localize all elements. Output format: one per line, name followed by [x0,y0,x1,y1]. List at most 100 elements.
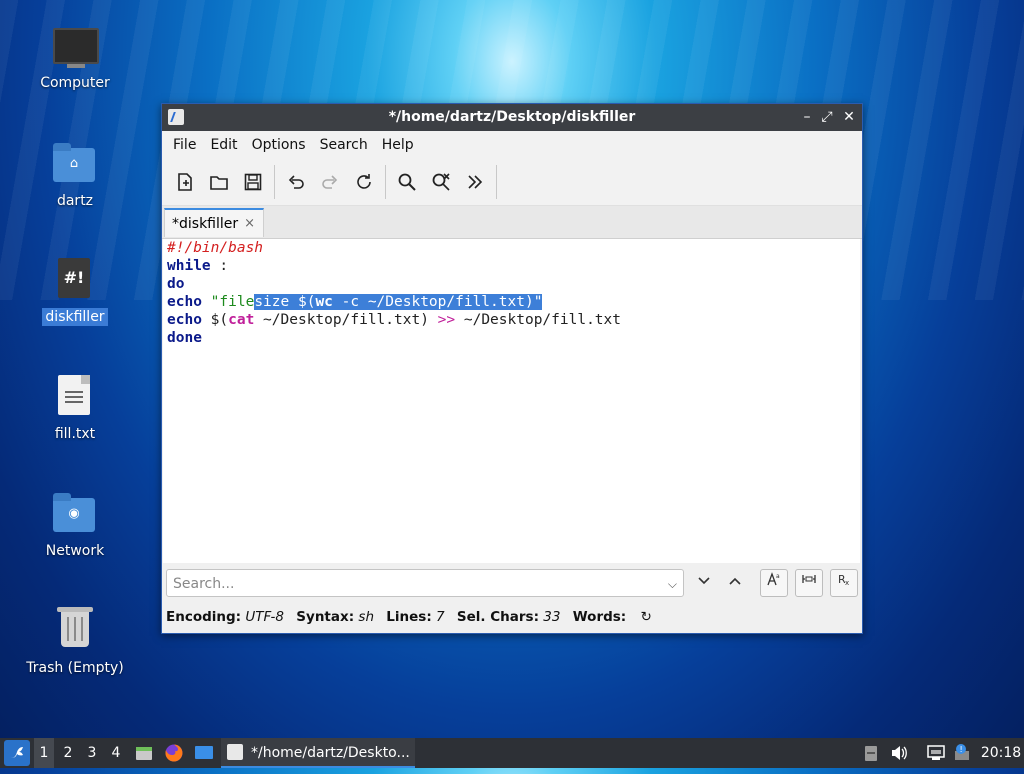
clock[interactable]: 20:18 [978,738,1024,768]
encoding-label: Encoding: [166,609,242,625]
encoding-value: UTF-8 [245,609,284,625]
redo-icon[interactable] [315,167,345,197]
find-previous-button[interactable] [721,569,749,597]
window-titlebar[interactable]: */home/dartz/Desktop/diskfiller – ⤢ ✕ [162,104,862,131]
menu-help[interactable]: Help [375,137,421,153]
search-placeholder: Search... [173,576,235,592]
code-operator: >> [437,312,456,328]
update-notifier-icon[interactable]: ! [951,738,973,768]
desktop-icon-computer[interactable]: Computer [20,22,130,92]
taskbar-task-editor[interactable]: */home/dartz/Deskto... [221,738,415,768]
words-label: Words: [572,609,627,625]
svg-text:a: a [776,573,780,580]
code-string: "file [210,294,255,310]
code-command: cat [228,312,255,328]
computer-icon [51,22,99,70]
workspace-2[interactable]: 2 [58,738,78,768]
selected-text: wc [315,294,333,310]
save-icon[interactable] [238,167,268,197]
desktop-icon-label: Computer [40,75,110,91]
desktop-icon-dartz[interactable]: ⌂ dartz [20,140,130,210]
text-editor[interactable]: #!/bin/bash while : do echo "filesize $(… [163,239,860,563]
desktop-icon-label: Trash (Empty) [26,660,124,676]
workspace-1[interactable]: 1 [34,738,54,768]
network-tray-icon[interactable] [925,738,947,768]
code-line: echo "filesize $(wc -c ~/Desktop/fill.tx… [163,293,860,311]
status-bar: Encoding: UTF-8 Syntax: sh Lines: 7 Sel.… [162,602,862,632]
code-text: ~/Desktop/fill.txt) [254,312,438,328]
reload-icon[interactable] [349,167,379,197]
home-folder-icon: ⌂ [51,140,99,188]
code-keyword: echo [167,312,202,328]
regex-button[interactable]: Rx [830,569,858,597]
syntax-label: Syntax: [296,609,355,625]
whole-word-button[interactable] [795,569,823,597]
workspace-3[interactable]: 3 [82,738,102,768]
sel-chars-label: Sel. Chars: [456,609,539,625]
find-icon[interactable] [392,167,422,197]
start-menu-button[interactable] [4,740,30,766]
menu-edit[interactable]: Edit [203,137,244,153]
menu-options[interactable]: Options [245,137,313,153]
menu-file[interactable]: File [166,137,203,153]
desktop-icon-network[interactable]: ◉ Network [20,490,130,560]
code-line: echo $(cat ~/Desktop/fill.txt) >> ~/Desk… [163,311,860,329]
refresh-words-icon[interactable]: ↻ [641,609,652,625]
tab-diskfiller[interactable]: *diskfiller × [164,208,264,237]
sel-chars-value: 33 [543,609,561,625]
volume-icon[interactable] [888,738,910,768]
search-history-dropdown-icon[interactable]: ⌵ [668,570,677,598]
code-text: ~/Desktop/fill.txt [455,312,621,328]
desktop-icon-trash[interactable]: Trash (Empty) [20,607,130,677]
syntax-value[interactable]: sh [358,609,374,625]
trash-icon [51,607,99,655]
firefox-launcher-icon[interactable] [162,738,186,768]
find-replace-icon[interactable] [426,167,456,197]
clipboard-tray-icon[interactable] [862,738,880,768]
toolbar-separator [385,165,386,199]
open-folder-icon[interactable] [204,167,234,197]
featherpad-app-icon [227,744,243,760]
match-case-button[interactable]: a [760,569,788,597]
code-keyword: while [167,258,211,274]
close-button[interactable]: ✕ [841,108,857,126]
code-keyword: echo [167,294,202,310]
script-file-icon: #! [51,256,99,304]
selected-text: size [254,294,298,310]
toolbar-separator [496,165,497,199]
window-title: */home/dartz/Desktop/diskfiller [388,109,636,125]
lines-label: Lines: [386,609,432,625]
minimize-button[interactable]: – [799,108,815,126]
toolbar [162,159,862,206]
desktop-icon-fill-txt[interactable]: fill.txt [20,373,130,443]
file-manager-launcher-icon[interactable] [133,738,155,768]
undo-icon[interactable] [281,167,311,197]
taskbar: 1 2 3 4 */home/dartz/Deskto... ! 20:18 [0,738,1024,768]
code-line: done [163,329,860,347]
workspace-4[interactable]: 4 [106,738,126,768]
tab-label: *diskfiller [172,216,239,232]
code-keyword: done [167,330,202,346]
code-line: while : [163,257,860,275]
desktop-icon-label: dartz [56,193,94,209]
new-document-icon[interactable] [170,167,200,197]
show-desktop-icon[interactable] [192,738,216,768]
menu-search[interactable]: Search [313,137,375,153]
desktop-icon-diskfiller[interactable]: #! diskfiller [20,256,130,326]
menubar: File Edit Options Search Help [162,131,862,159]
selected-text: $( [297,294,316,310]
desktop-icon-label: diskfiller [42,308,108,326]
network-folder-icon: ◉ [51,490,99,538]
maximize-button[interactable]: ⤢ [819,108,835,126]
lines-value: 7 [436,609,445,625]
search-bar: Search... ⌵ a Rx [162,564,862,602]
search-input[interactable]: Search... ⌵ [166,569,684,597]
code-keyword: do [167,276,185,292]
code-text: $( [210,312,229,328]
code-comment: #!/bin/bash [167,240,264,256]
find-next-button[interactable] [690,569,718,597]
more-icon[interactable] [460,167,490,197]
tab-close-icon[interactable]: × [244,210,255,238]
